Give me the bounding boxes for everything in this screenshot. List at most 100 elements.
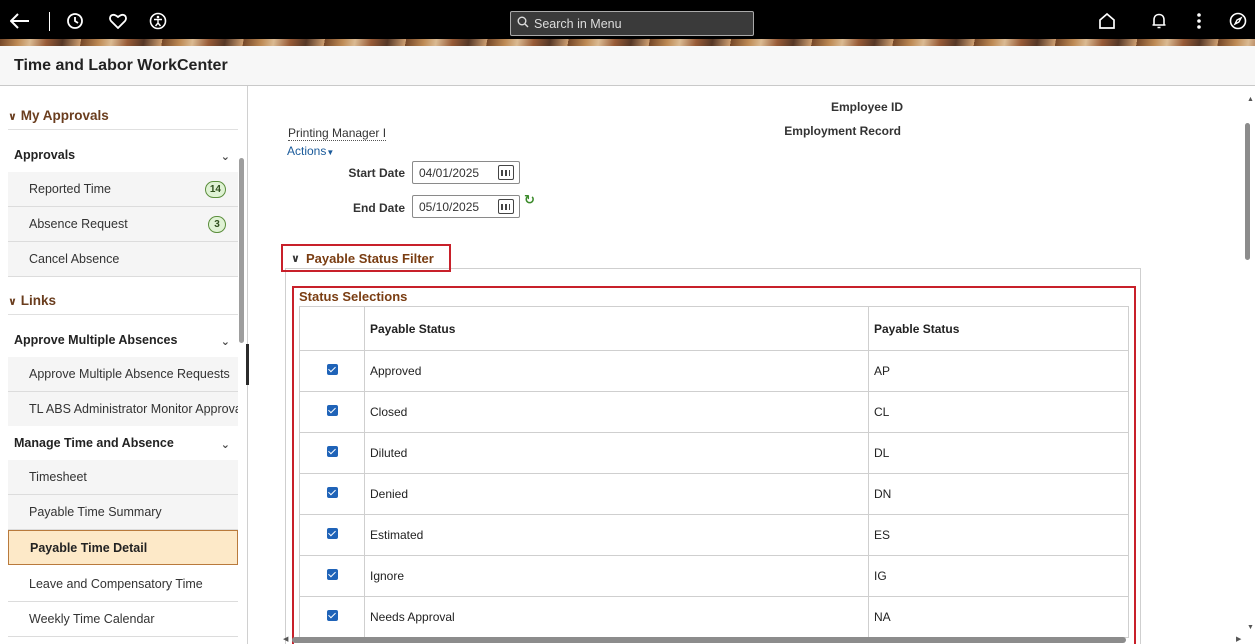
- start-date-input[interactable]: 04/01/2025: [412, 161, 520, 184]
- row-checkbox-cell: [299, 432, 365, 474]
- chevron-down-icon: ⌄: [220, 439, 230, 451]
- row-checkbox-cell: [299, 514, 365, 556]
- sidebar-item-payable-time-summary[interactable]: Payable Time Summary: [8, 495, 238, 530]
- table-row: Estimated ES: [299, 514, 1129, 556]
- count-badge: 14: [204, 181, 226, 198]
- sidebar-item-tl-abs-admin-monitor[interactable]: TL ABS Administrator Monitor Approva: [8, 392, 238, 427]
- main-content: Employee ID Employment Record Printing M…: [249, 86, 1255, 644]
- sidebar-item-approve-multiple-absence-requests[interactable]: Approve Multiple Absence Requests: [8, 357, 238, 392]
- chevron-down-icon: ⌄: [220, 151, 230, 163]
- search-icon: [517, 16, 529, 31]
- scroll-left-arrow-icon[interactable]: ◀: [283, 635, 288, 643]
- refresh-icon[interactable]: ↻: [524, 192, 535, 208]
- status-description: Closed: [364, 391, 869, 433]
- status-description: Diluted: [364, 432, 869, 474]
- checkbox[interactable]: [326, 487, 338, 498]
- checkbox[interactable]: [326, 569, 338, 580]
- chevron-down-icon: ⌄: [220, 336, 230, 348]
- main-vertical-scrollbar[interactable]: [1245, 123, 1250, 260]
- status-code: CL: [868, 391, 1129, 433]
- main-horizontal-scrollbar[interactable]: [292, 637, 1126, 643]
- search-placeholder: Search in Menu: [534, 16, 622, 31]
- sidebar-group-approve-multiple-absences[interactable]: Approve Multiple Absences ⌄: [8, 323, 238, 357]
- select-column-header: [299, 306, 365, 351]
- checkbox[interactable]: [326, 610, 338, 621]
- chevron-down-icon: ∨: [8, 111, 17, 123]
- status-code: AP: [868, 350, 1129, 392]
- payable-status-table: Payable Status Payable Status Approved A…: [299, 306, 1129, 638]
- sidebar-item-payable-time-detail[interactable]: Payable Time Detail: [8, 530, 238, 565]
- home-icon[interactable]: [1095, 9, 1119, 33]
- table-row: Diluted DL: [299, 432, 1129, 474]
- row-checkbox-cell: [299, 391, 365, 433]
- calendar-icon[interactable]: [498, 199, 514, 214]
- column-header-description[interactable]: Payable Status: [364, 306, 869, 351]
- checkbox[interactable]: [326, 528, 338, 539]
- checkbox[interactable]: [326, 405, 338, 416]
- employee-name-link[interactable]: Printing Manager I: [288, 126, 387, 141]
- search-input[interactable]: Search in Menu: [510, 11, 754, 36]
- sidebar-item-timesheet[interactable]: Timesheet: [8, 460, 238, 495]
- table-row: Approved AP: [299, 350, 1129, 392]
- status-description: Approved: [364, 350, 869, 392]
- chevron-down-icon: ∨: [8, 296, 17, 308]
- status-code: ES: [868, 514, 1129, 556]
- sidebar-item-cancel-absence[interactable]: Cancel Absence: [8, 242, 238, 277]
- calendar-icon[interactable]: [498, 165, 514, 180]
- accessibility-icon[interactable]: [146, 9, 170, 33]
- status-code: DN: [868, 473, 1129, 515]
- column-header-code[interactable]: Payable Status: [868, 306, 1129, 351]
- status-description: Needs Approval: [364, 596, 869, 638]
- sidebar-item-weekly-time-calendar[interactable]: Weekly Time Calendar: [8, 602, 238, 637]
- sidebar-item-absence-request[interactable]: Absence Request 3: [8, 207, 238, 242]
- scroll-right-arrow-icon[interactable]: ▶: [1236, 635, 1241, 643]
- bell-icon[interactable]: [1147, 9, 1171, 33]
- toolbar-divider: [49, 12, 50, 31]
- sidebar-item-leave-and-compensatory-time[interactable]: Leave and Compensatory Time: [8, 567, 238, 602]
- status-code: IG: [868, 555, 1129, 597]
- status-selections-group: Status Selections Payable Status Payable…: [292, 286, 1136, 644]
- status-selections-title: Status Selections: [299, 289, 408, 304]
- page-title: Time and Labor WorkCenter: [14, 57, 228, 74]
- history-icon[interactable]: [63, 9, 87, 33]
- page-title-bar: Time and Labor WorkCenter: [0, 46, 1255, 86]
- checkbox[interactable]: [326, 446, 338, 457]
- row-checkbox-cell: [299, 350, 365, 392]
- row-checkbox-cell: [299, 473, 365, 515]
- sidebar-scrollbar[interactable]: [239, 158, 244, 343]
- end-date-input[interactable]: 05/10/2025: [412, 195, 520, 218]
- status-description: Ignore: [364, 555, 869, 597]
- employment-record-label: Employment Record: [784, 124, 901, 138]
- sidebar: ∨ My Approvals Approvals ⌄ Reported Time…: [0, 86, 248, 644]
- end-date-label: End Date: [352, 201, 405, 215]
- scroll-down-arrow-icon[interactable]: ▼: [1247, 624, 1254, 631]
- chevron-down-icon: ∨: [291, 252, 300, 265]
- employee-id-label: Employee ID: [830, 100, 903, 114]
- count-badge: 3: [208, 216, 226, 233]
- start-date-label: Start Date: [348, 166, 405, 180]
- actions-menu[interactable]: Actions▼: [287, 144, 334, 158]
- sidebar-group-approvals[interactable]: Approvals ⌄: [8, 138, 238, 172]
- sidebar-section-my-approvals[interactable]: ∨ My Approvals: [8, 108, 238, 130]
- scroll-up-arrow-icon[interactable]: ▲: [1247, 96, 1254, 103]
- status-code: NA: [868, 596, 1129, 638]
- table-header-row: Payable Status Payable Status: [299, 306, 1129, 351]
- status-code: DL: [868, 432, 1129, 474]
- sidebar-group-manage-time-and-absence[interactable]: Manage Time and Absence ⌄: [8, 426, 238, 460]
- sidebar-section-links[interactable]: ∨ Links: [8, 293, 238, 315]
- payable-status-filter-header[interactable]: ∨ Payable Status Filter: [281, 244, 451, 272]
- table-row: Denied DN: [299, 473, 1129, 515]
- navigator-compass-icon[interactable]: [1226, 9, 1250, 33]
- heart-icon[interactable]: [106, 9, 130, 33]
- top-navigation-bar: Search in Menu: [0, 0, 1255, 46]
- row-checkbox-cell: [299, 555, 365, 597]
- table-row: Closed CL: [299, 391, 1129, 433]
- back-arrow-icon[interactable]: [8, 9, 32, 33]
- checkbox[interactable]: [326, 364, 338, 375]
- table-row: Ignore IG: [299, 555, 1129, 597]
- caret-down-icon: ▼: [326, 148, 335, 157]
- more-vertical-icon[interactable]: [1187, 9, 1211, 33]
- status-description: Estimated: [364, 514, 869, 556]
- sidebar-item-reported-time[interactable]: Reported Time 14: [8, 172, 238, 207]
- decorative-banner-stripe: [0, 39, 1255, 46]
